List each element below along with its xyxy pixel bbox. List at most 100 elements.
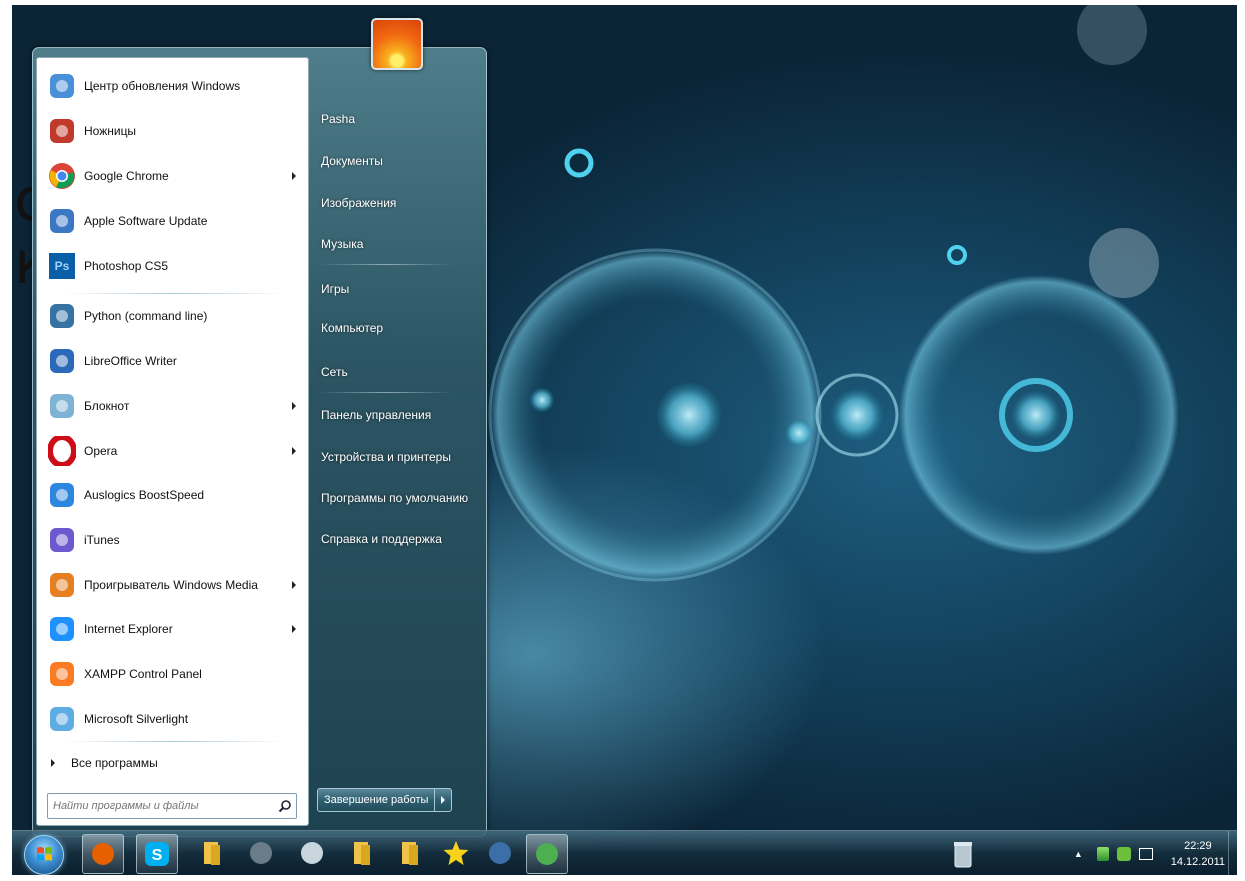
program-label: Apple Software Update	[84, 214, 208, 228]
video-icon[interactable]	[241, 834, 281, 872]
search-box	[47, 793, 297, 819]
program-label: Auslogics BoostSpeed	[84, 488, 205, 502]
shutdown-options-button[interactable]	[435, 789, 451, 811]
program-label: Блокнот	[84, 399, 130, 413]
arrow-right-icon	[51, 759, 55, 767]
right-item-music[interactable]: Музыка	[321, 229, 363, 259]
program-label: Opera	[84, 444, 118, 458]
program-item[interactable]: Auslogics BoostSpeed	[41, 475, 304, 515]
program-label: LibreOffice Writer	[84, 354, 177, 368]
libreoffice-writer-icon	[46, 345, 78, 377]
control-panel-label: Панель управления	[321, 408, 432, 422]
program-item[interactable]: Internet Explorer	[41, 609, 304, 649]
right-item-control-panel[interactable]: Панель управления	[321, 400, 431, 430]
separator	[319, 264, 453, 265]
program-item[interactable]: Ps Photoshop CS5	[41, 246, 304, 286]
scissors-icon	[46, 115, 78, 147]
program-item[interactable]: Google Chrome	[41, 156, 304, 196]
default-programs-label: Программы по умолчанию	[321, 491, 469, 505]
search-icon[interactable]	[274, 795, 296, 817]
all-programs-label: Все программы	[71, 756, 158, 770]
program-label: iTunes	[84, 533, 120, 547]
windows-update-icon	[46, 70, 78, 102]
right-item-default-programs[interactable]: Программы по умолчанию	[321, 483, 468, 513]
start-menu: Центр обновления Windows Ножницы Google Ch…	[32, 18, 487, 837]
security-tray-icon[interactable]	[1116, 846, 1131, 861]
silverlight-icon	[46, 703, 78, 735]
arrow-right-icon[interactable]	[292, 625, 296, 633]
arrow-right-icon[interactable]	[292, 447, 296, 455]
folder-icon[interactable]	[192, 834, 232, 872]
program-label: Проигрыватель Windows Media	[84, 578, 258, 592]
monitor-tray-icon[interactable]	[1138, 847, 1153, 860]
user-picture[interactable]	[371, 18, 423, 70]
right-item-games[interactable]: Игры	[321, 274, 349, 304]
program-item[interactable]: XAMPP Control Panel	[41, 654, 304, 694]
shutdown-group: Завершение работы	[317, 788, 453, 812]
separator	[65, 293, 285, 294]
program-item[interactable]: Python (command line)	[41, 296, 304, 336]
program-item[interactable]: iTunes	[41, 520, 304, 560]
internet-explorer-icon	[46, 613, 78, 645]
start-menu-programs-pane: Центр обновления Windows Ножницы Google Ch…	[36, 57, 309, 826]
app-icon[interactable]	[526, 834, 568, 874]
program-item[interactable]: LibreOffice Writer	[41, 341, 304, 381]
pictures-label: Изображения	[321, 196, 397, 210]
xampp-icon	[46, 658, 78, 690]
folder-icon[interactable]	[342, 834, 382, 872]
network-tray-icon[interactable]	[1096, 846, 1109, 861]
folder-icon[interactable]	[390, 834, 430, 872]
firefox-icon[interactable]	[82, 834, 124, 874]
taskbar: S ▲ 22:29 14.12.2011	[12, 830, 1237, 875]
show-hidden-icons-icon[interactable]: ▲	[1074, 849, 1083, 859]
arrow-right-icon[interactable]	[292, 581, 296, 589]
opera-icon	[46, 435, 78, 467]
dvd-icon[interactable]	[292, 834, 332, 872]
documents-label: Документы	[321, 154, 383, 168]
program-label: Ножницы	[84, 124, 137, 138]
skype-icon[interactable]: S	[136, 834, 178, 874]
all-programs-button[interactable]: Все программы	[45, 748, 295, 778]
program-item[interactable]: Ножницы	[41, 111, 304, 151]
program-item[interactable]: Блокнот	[41, 386, 304, 426]
clock-date: 14.12.2011	[1170, 855, 1225, 868]
windows-logo-icon	[37, 847, 52, 861]
program-item[interactable]: Opera	[41, 431, 304, 471]
show-desktop-button[interactable]	[1228, 831, 1237, 875]
clock-time: 22:29	[1184, 839, 1212, 852]
program-label: Internet Explorer	[84, 622, 173, 636]
program-item[interactable]: Проигрыватель Windows Media	[41, 565, 304, 605]
recycle-bin-icon[interactable]	[952, 839, 974, 869]
program-item[interactable]: Microsoft Silverlight	[41, 699, 304, 739]
computer-label: Компьютер	[321, 321, 384, 335]
arrow-right-icon	[441, 796, 446, 804]
right-item-devices[interactable]: Устройства и принтеры	[321, 442, 451, 472]
arrow-right-icon[interactable]	[292, 402, 296, 410]
right-item-pictures[interactable]: Изображения	[321, 188, 396, 218]
user-label: Pasha	[321, 112, 356, 126]
right-item-computer[interactable]: Компьютер	[321, 313, 383, 343]
shutdown-button[interactable]: Завершение работы	[318, 789, 436, 811]
search-input[interactable]	[48, 799, 274, 813]
apple-update-icon	[46, 205, 78, 237]
arrow-right-icon[interactable]	[292, 172, 296, 180]
svg-text:S: S	[152, 847, 163, 864]
star-icon[interactable]	[436, 834, 476, 872]
auslogics-icon	[46, 479, 78, 511]
separator	[319, 392, 453, 393]
right-item-user[interactable]: Pasha	[321, 104, 355, 134]
right-item-documents[interactable]: Документы	[321, 146, 383, 176]
chess-icon[interactable]	[480, 834, 520, 872]
right-item-network[interactable]: Сеть	[321, 357, 348, 387]
start-button[interactable]	[24, 835, 64, 875]
music-label: Музыка	[321, 237, 364, 251]
program-item[interactable]: Центр обновления Windows	[41, 66, 304, 106]
right-item-help[interactable]: Справка и поддержка	[321, 524, 442, 554]
chrome-icon	[46, 160, 78, 192]
program-label: Photoshop CS5	[84, 259, 169, 273]
devices-label: Устройства и принтеры	[321, 450, 451, 464]
clock[interactable]: 22:29 14.12.2011	[1171, 838, 1225, 870]
python-icon	[46, 300, 78, 332]
program-item[interactable]: Apple Software Update	[41, 201, 304, 241]
desktop: са ко Центр обновления WindowsНожницыGoo…	[12, 5, 1237, 875]
